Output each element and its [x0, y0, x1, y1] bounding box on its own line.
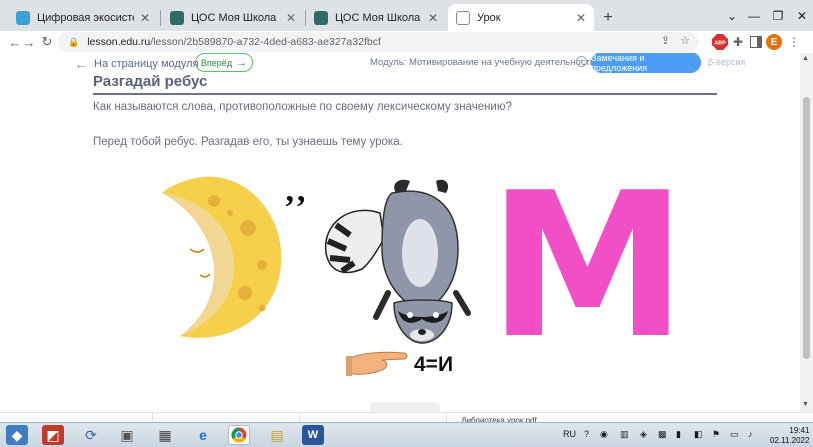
rebus-illustration: ‚‚ М [162, 150, 687, 383]
clock-date: 02.11.2022 [770, 436, 810, 445]
tab-4-active[interactable]: Урок ✕ [448, 4, 594, 31]
profile-letter: E [770, 36, 778, 48]
site-favicon-icon [16, 10, 30, 25]
chrome-taskbar-icon[interactable] [228, 425, 250, 445]
pointing-hand-image [346, 351, 408, 376]
tray-app-icon[interactable]: ▩ [658, 429, 667, 440]
window-close-icon[interactable]: ✕ [788, 0, 813, 31]
language-indicator[interactable]: RU [563, 429, 576, 439]
address-bar[interactable]: 🔒 lesson.edu.ru/lesson/2b589870-a732-4de… [58, 32, 698, 52]
word-app-icon[interactable]: W [302, 425, 324, 445]
comma-marks: ‚‚ [284, 172, 307, 209]
rebus-equation: 4=И [414, 353, 454, 376]
site-favicon-icon [314, 10, 328, 25]
folder-app-icon[interactable]: ▤ [266, 425, 288, 445]
internet-explorer-icon[interactable]: e [192, 425, 214, 445]
scroll-down-icon[interactable]: ▼ [802, 401, 809, 408]
tray-app-icon[interactable]: ▭ [730, 429, 739, 440]
tab-label: ЦОС Моя Школа [191, 11, 277, 24]
close-icon[interactable]: ✕ [286, 11, 296, 25]
volume-icon[interactable]: ♪ [748, 429, 753, 439]
media-app-icon[interactable]: ▦ [154, 425, 176, 445]
tray-app-icon[interactable]: ◈ [640, 429, 647, 440]
app-shortcut-icon[interactable]: ◩ [42, 425, 64, 445]
tray-app-icon[interactable]: ◉ [600, 429, 608, 440]
url-text: lesson.edu.ru/lesson/2b589870-a732-4ded-… [87, 36, 381, 48]
monitor-app-icon[interactable]: ▣ [116, 425, 138, 445]
raccoon-image [324, 179, 471, 344]
tab-2[interactable]: ЦОС Моя Школа ✕ [162, 4, 304, 31]
tray-network-icon[interactable]: ▮ [676, 429, 681, 440]
close-icon[interactable]: ✕ [576, 11, 586, 25]
page-scrollbar[interactable]: ▲ ▼ [800, 53, 813, 412]
tab-divider [160, 10, 161, 26]
sidebar-panel-icon[interactable] [748, 34, 764, 50]
extensions-puzzle-icon[interactable]: ✚ [730, 34, 746, 50]
tab-1[interactable]: Цифровая экосистема ДПО ✕ [8, 4, 158, 31]
browser-tab-bar: Цифровая экосистема ДПО ✕ ЦОС Моя Школа … [0, 0, 813, 31]
close-icon[interactable]: ✕ [140, 11, 150, 25]
tab-3[interactable]: ЦОС Моя Школа ✕ [306, 4, 446, 31]
adblock-extension-icon[interactable]: ABP [712, 34, 728, 50]
browser-toolbar: ← → ↻ 🔒 lesson.edu.ru/lesson/2b589870-a7… [0, 31, 813, 53]
os-taskbar: ◆ ◩ ⟳ ▣ ▦ e ▤ W RU ? ◉ ▥ ◈ ▩ ▮ ◧ ⚑ ▭ ♪ 1… [0, 422, 813, 447]
new-tab-button[interactable]: + [598, 8, 618, 28]
tab-label: ЦОС Моя Школа [335, 11, 421, 24]
scrollbar-thumb[interactable] [803, 97, 810, 359]
svg-text:ABP: ABP [714, 41, 726, 47]
page-favicon-icon [456, 10, 470, 25]
clock-time: 19:41 [789, 426, 810, 435]
site-favicon-icon [170, 10, 184, 25]
bookmark-star-icon[interactable]: ☆ [680, 34, 690, 47]
reload-icon[interactable]: ↻ [38, 33, 56, 51]
tray-flag-icon[interactable]: ⚑ [712, 429, 720, 440]
browser-menu-icon[interactable]: ⋮ [786, 34, 802, 50]
close-icon[interactable]: ✕ [428, 11, 438, 25]
tab-label: Цифровая экосистема ДПО [37, 11, 134, 24]
tab-label: Урок [477, 11, 501, 24]
profile-avatar[interactable]: E [766, 34, 782, 50]
taskbar-clock[interactable]: 19:41 02.11.2022 [770, 426, 809, 446]
tray-chart-icon[interactable]: ▥ [620, 429, 629, 440]
crescent-moon-image [162, 176, 282, 338]
scroll-up-icon[interactable]: ▲ [802, 55, 809, 62]
tray-app-icon[interactable]: ◧ [694, 429, 703, 440]
start-button-icon[interactable]: ◆ [6, 425, 28, 445]
letter-m: М [488, 150, 687, 383]
download-shelf: библиотека.урок.pdf [0, 412, 813, 425]
share-icon[interactable]: ⇪ [661, 34, 670, 47]
sync-app-icon[interactable]: ⟳ [80, 425, 102, 445]
lesson-page: ← На страницу модуля Вперёд → Модуль: Мо… [0, 53, 800, 412]
lock-icon: 🔒 [68, 36, 80, 47]
tray-help-icon[interactable]: ? [584, 429, 589, 439]
page-bottom-tab [370, 402, 440, 412]
forward-arrow-icon[interactable]: → [20, 33, 38, 51]
